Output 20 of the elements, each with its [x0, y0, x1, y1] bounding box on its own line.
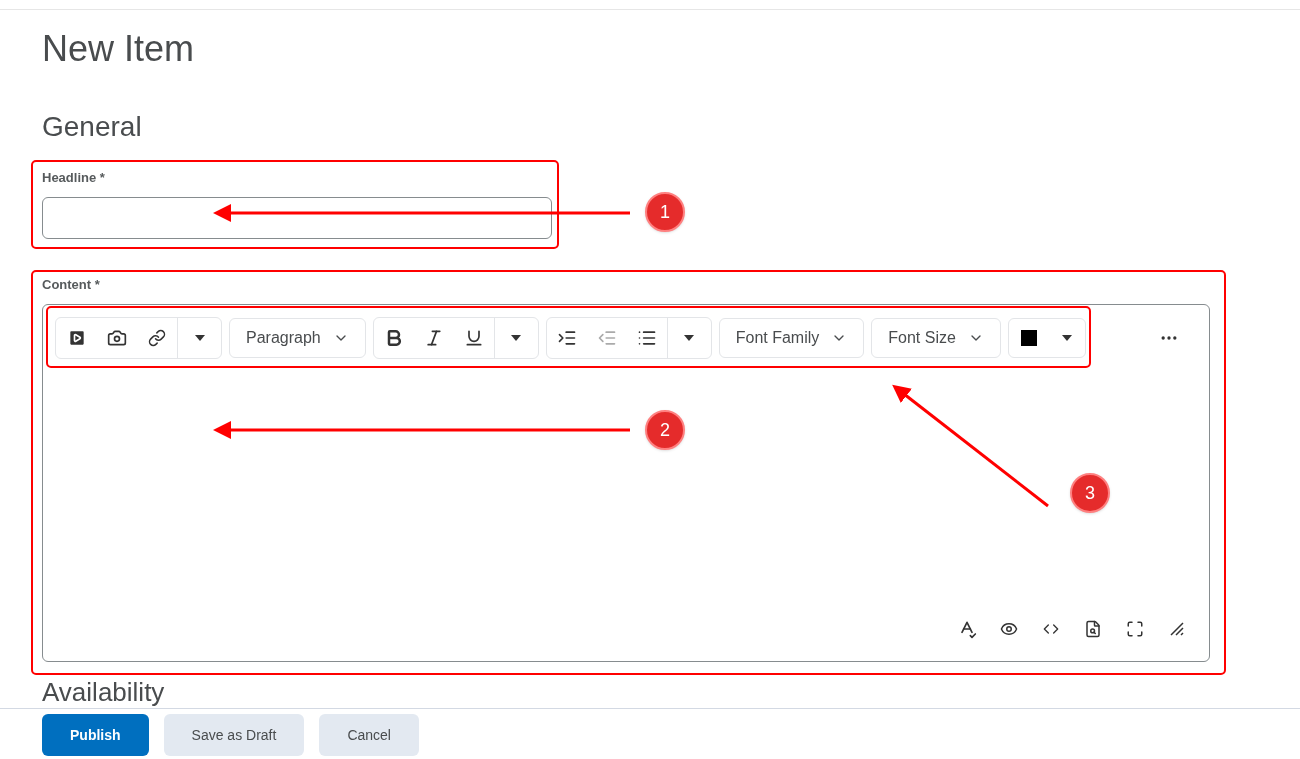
format-dropdown[interactable]: Font Size [871, 318, 1001, 358]
section-heading: General [42, 110, 143, 144]
caret-icon [193, 334, 206, 342]
field-label: Headline * [42, 170, 106, 186]
color-swatch[interactable] [1020, 330, 1037, 346]
caret-icon [510, 334, 523, 342]
form-button[interactable]: Publish [42, 714, 149, 756]
format-dropdown[interactable]: Paragraph [229, 318, 366, 358]
format-dropdown[interactable]: Font Family [718, 318, 865, 358]
section-heading: Availability [42, 678, 166, 706]
number-badge: 2 [645, 410, 685, 450]
number-badge: 1 [645, 192, 685, 232]
form-button[interactable]: Save as Draft [163, 714, 305, 756]
field-label: Content * [42, 277, 101, 293]
number-badge: 3 [1070, 473, 1110, 513]
form-button[interactable]: Cancel [319, 714, 419, 756]
caret-icon [683, 334, 696, 342]
caret-icon [1060, 334, 1073, 342]
page-title: New Item [42, 28, 196, 70]
headline-input-field[interactable] [42, 197, 552, 239]
